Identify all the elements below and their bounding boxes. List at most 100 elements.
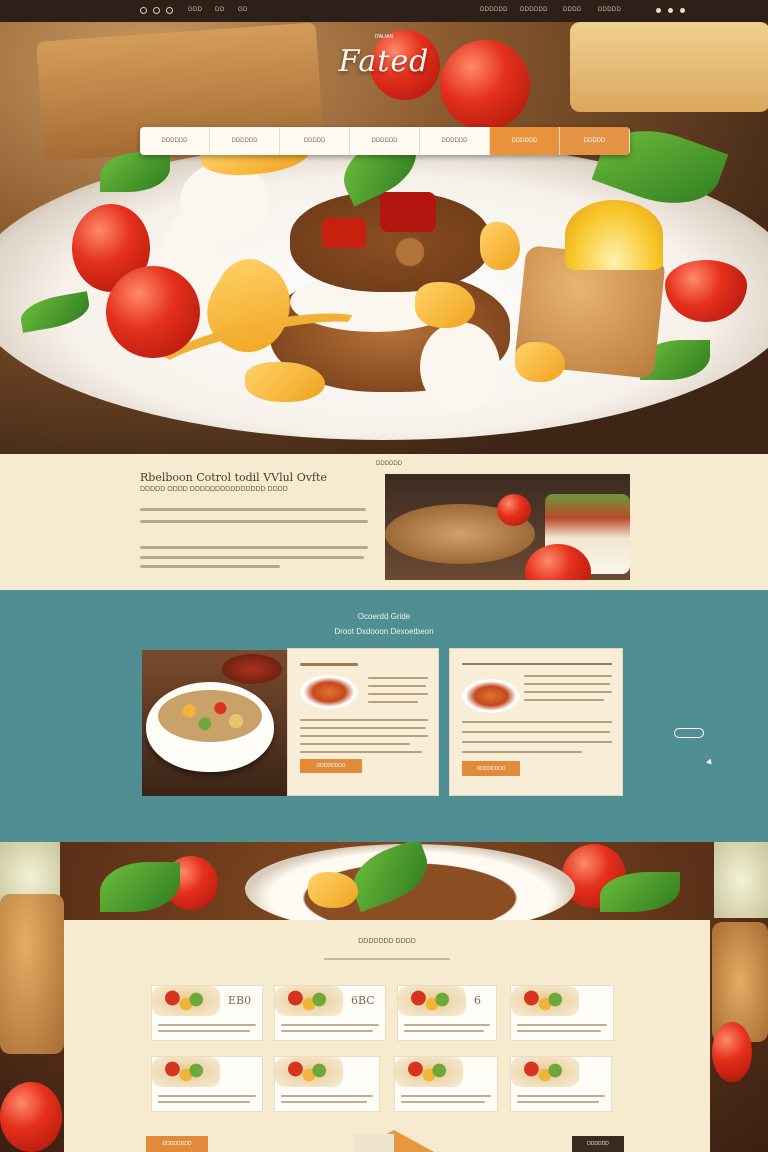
featured-photo (142, 650, 287, 796)
top-link[interactable]: DDDDDD (520, 7, 548, 13)
text-line (368, 677, 428, 679)
recipe-card[interactable]: DDDDDDDD (287, 648, 439, 796)
read-more-button[interactable]: DDDDDDDD (462, 761, 520, 776)
nav-item[interactable]: DDDDDD (420, 127, 490, 155)
read-more-button[interactable]: DDDDDDDD (300, 759, 362, 773)
lemon-image (565, 200, 663, 270)
dish-image (152, 1057, 220, 1087)
cursor-icon (706, 758, 714, 767)
tomato-image (497, 494, 531, 526)
cabbage-image (714, 842, 768, 918)
text-line (158, 1095, 256, 1097)
nav-item[interactable]: DDDDDD (140, 127, 210, 155)
social-icon[interactable] (668, 8, 673, 13)
text-line (368, 685, 426, 687)
card-heading (462, 663, 612, 665)
about-title: Rbelboon Cotrol todil VVlul Ovfte (140, 471, 327, 484)
dish-image (398, 986, 466, 1016)
menu-section: DDDDDDD DDDD EB0 6BC 6 DDDDDDDD DDDDDD (0, 842, 768, 1152)
menu-item[interactable] (510, 985, 614, 1041)
text-line (462, 721, 612, 723)
menu-item[interactable] (394, 1056, 498, 1112)
about-photo (385, 474, 630, 580)
circle-icon[interactable] (166, 7, 173, 14)
text-line (281, 1095, 373, 1097)
menu-item-label: 6 (474, 994, 481, 1007)
section-tag: DDDDDD (376, 461, 402, 467)
top-link[interactable]: DDDD (563, 7, 582, 13)
nav-item[interactable]: DDDDDD (350, 127, 420, 155)
top-link[interactable]: DO (215, 7, 225, 13)
dish-thumbnail (462, 679, 520, 713)
pepper-image (515, 342, 565, 382)
pepper-image (308, 872, 358, 908)
text-line (462, 751, 582, 753)
text-line (524, 675, 612, 677)
parsley-image (100, 862, 180, 912)
view-menu-button[interactable]: DDDDDDDD (146, 1136, 208, 1152)
nav-item[interactable]: DDDDD (280, 127, 350, 155)
text-line (404, 1024, 490, 1026)
text-line (401, 1095, 491, 1097)
text-line (517, 1095, 605, 1097)
top-link[interactable]: DDDDDD (480, 7, 508, 13)
featured-subtitle: Droot Dxdooon Dexoetbeon (334, 627, 434, 636)
nav-item-active[interactable]: DDDDDD (490, 127, 560, 155)
social-icon[interactable] (656, 8, 661, 13)
featured-section: Ocoerdd Gride Droot Dxdooon Dexoetbeon D… (0, 590, 768, 842)
order-button[interactable]: DDDDDD (572, 1136, 624, 1152)
dish-image (395, 1057, 463, 1087)
text-line (300, 735, 428, 737)
text-line (158, 1101, 250, 1103)
main-nav: DDDDDD DDDDDD DDDDD DDDDDD DDDDDD DDDDDD… (140, 127, 630, 155)
top-link[interactable]: GD (238, 7, 248, 13)
menu-item-label: EB0 (228, 994, 252, 1007)
slider-toggle[interactable] (674, 728, 704, 738)
text-line (462, 741, 612, 743)
dish-thumbnail (300, 675, 358, 709)
text-line (300, 743, 410, 745)
menu-item[interactable]: 6 (397, 985, 497, 1041)
menu-item[interactable]: 6BC (274, 985, 386, 1041)
page: GDD DO GD DDDDDD DDDDDD DDDD DDDDD ITALI… (0, 0, 768, 1152)
circle-icon[interactable] (153, 7, 160, 14)
salad-image (158, 690, 262, 742)
nav-item[interactable]: DDDDD (560, 127, 630, 155)
text-line (140, 565, 280, 568)
menu-item[interactable] (510, 1056, 612, 1112)
brand-tagline: ITALIAN (374, 34, 394, 40)
pepper-image (480, 222, 520, 270)
menu-item[interactable] (274, 1056, 380, 1112)
text-line (368, 693, 428, 695)
brand-logo[interactable]: Fated (0, 44, 768, 79)
hero-banner: ITALIAN Fated DDDDDD DDDDDD DDDDD DDDDDD… (0, 22, 768, 454)
text-line (300, 751, 422, 753)
text-line (140, 556, 364, 559)
about-subtitle: DDDDD ODDD DDDDDDDDDDDDDDD DDDD (140, 486, 288, 493)
text-line (158, 1030, 250, 1032)
top-link[interactable]: GDD (188, 7, 202, 13)
text-line (517, 1030, 601, 1032)
tomato-image (712, 1022, 752, 1082)
top-link[interactable]: DDDDD (598, 7, 621, 13)
text-line (524, 699, 604, 701)
menu-item[interactable]: EB0 (151, 985, 263, 1041)
tomato-image (106, 266, 200, 358)
menu-item-label: 6BC (351, 994, 375, 1007)
menu-panel: DDDDDDD DDDD EB0 6BC 6 DDDDDDDD DDDDDD (64, 920, 710, 1152)
text-line (401, 1101, 485, 1103)
text-line (300, 719, 428, 721)
dish-image (152, 986, 220, 1016)
sauce-bowl-image (222, 654, 282, 684)
recipe-card[interactable]: DDDDDDDD (449, 648, 623, 796)
menu-item[interactable] (151, 1056, 263, 1112)
text-line (140, 520, 368, 523)
tomato-image (0, 1082, 62, 1152)
social-icon[interactable] (680, 8, 685, 13)
circle-icon[interactable] (140, 7, 147, 14)
text-line (524, 691, 612, 693)
text-line (281, 1101, 367, 1103)
nav-item[interactable]: DDDDDD (210, 127, 280, 155)
text-line (300, 727, 426, 729)
card-heading (300, 663, 358, 666)
